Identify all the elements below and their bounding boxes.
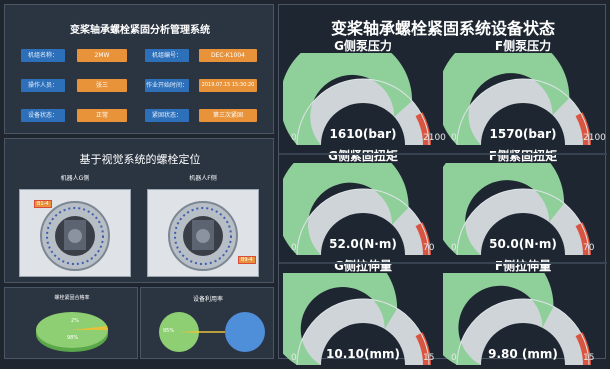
gauge-max: 70 — [423, 243, 435, 253]
cam-f-title: 机器人F侧 — [189, 175, 217, 182]
gauge-title: G侧拉伸量 — [334, 259, 392, 273]
device-status-label: 设备状态： — [21, 109, 65, 122]
unit-id-label: 机组编号： — [145, 49, 189, 62]
gauge-f-stretch: F侧拉伸量 9.80 (mm) 0 15 — [443, 255, 603, 366]
bolt-tag-f: B9-4 — [238, 256, 256, 264]
grid-divider-2 — [279, 262, 607, 264]
gauge-title: F侧拉伸量 — [494, 259, 552, 273]
camera-view-g[interactable]: B1-4 — [19, 189, 131, 277]
gauge-min: 0 — [451, 353, 457, 363]
gauge-min: 0 — [451, 133, 457, 143]
start-time-value: 2019.07.15 15:30:20 — [199, 79, 257, 92]
gauge-value: 1570(bar) — [489, 127, 557, 141]
gauge-min: 0 — [291, 243, 297, 253]
fasten-status-label: 紧固状态： — [145, 109, 189, 122]
start-time-label: 作业开始时间： — [145, 79, 189, 92]
bolt-tag-g: B1-4 — [34, 200, 52, 208]
gauge-title: G侧紧固扭矩 — [328, 149, 398, 163]
operator-label: 操作人员： — [21, 79, 65, 92]
qualified-rate-title: 螺栓紧固合格率 — [54, 295, 90, 301]
gauge-title: F侧紧固扭矩 — [488, 149, 558, 163]
info-panel: 变桨轴承螺栓紧固分析管理系统 机组名称： 2MW 机组编号： DEC-K1004… — [4, 4, 274, 134]
camera-view-f[interactable]: B9-4 — [147, 189, 259, 277]
gauge-value: 50.0(N·m) — [489, 237, 557, 251]
system-title: 变桨轴承螺栓紧固分析管理系统 — [70, 25, 210, 36]
gauge-g-pump-pressure: G侧泵压力 1610(bar) 0 2100 — [283, 35, 446, 146]
operator-value: 张三 — [77, 79, 127, 92]
gauge-g-torque: G侧紧固扭矩 52.0(N·m) 0 70 — [283, 145, 443, 256]
gauge-title: F侧泵压力 — [494, 39, 552, 53]
gauge-max: 2100 — [583, 133, 606, 143]
utilization-title: 设备利用率 — [192, 296, 223, 303]
status-panel: 变桨轴承螺栓紧固系统设备状态 G侧泵压力 1610(bar) 0 2100 F侧泵压力 1… — [278, 4, 607, 366]
utilization-panel: 设备利用率 95% — [140, 287, 274, 359]
gauge-g-stretch: G侧拉伸量 10.10(mm) 0 15 — [283, 255, 443, 366]
fasten-status-value: 第三次紧固 — [199, 109, 257, 122]
qualified-large-pct: 98% — [67, 335, 79, 341]
unit-id-value: DEC-K1004 — [199, 49, 257, 62]
gauge-value: 9.80 (mm) — [488, 347, 558, 361]
vision-panel: 基于视觉系统的螺栓定位 机器人G侧 机器人F侧 B1-4 B9-4 — [4, 138, 274, 283]
gauge-min: 0 — [291, 353, 297, 363]
vision-title: 基于视觉系统的螺栓定位 — [79, 153, 201, 166]
gauge-max: 15 — [583, 353, 595, 363]
qualified-rate-panel: 螺栓紧固合格率 2% 98% — [4, 287, 138, 359]
gauge-title: G侧泵压力 — [334, 39, 392, 53]
qualified-small-pct: 2% — [71, 318, 79, 324]
gauge-min: 0 — [291, 133, 297, 143]
gauge-f-torque: F侧紧固扭矩 50.0(N·m) 0 70 — [443, 145, 603, 256]
utilization-pct: 95% — [163, 328, 175, 334]
device-status-value: 正常 — [77, 109, 127, 122]
gauge-min: 0 — [451, 243, 457, 253]
gauge-value: 1610(bar) — [329, 127, 397, 141]
gauge-f-pump-pressure: F侧泵压力 1570(bar) 0 2100 — [443, 35, 606, 146]
gauge-max: 70 — [583, 243, 595, 253]
grid-divider-1 — [279, 153, 607, 155]
unit-name-value: 2MW — [77, 49, 127, 62]
gauge-value: 52.0(N·m) — [329, 237, 397, 251]
cam-g-title: 机器人G侧 — [60, 175, 90, 182]
qualified-rate-pie — [36, 312, 108, 352]
gauge-max: 15 — [423, 353, 435, 363]
unit-name-label: 机组名称： — [21, 49, 65, 62]
gauge-value: 10.10(mm) — [326, 347, 400, 361]
